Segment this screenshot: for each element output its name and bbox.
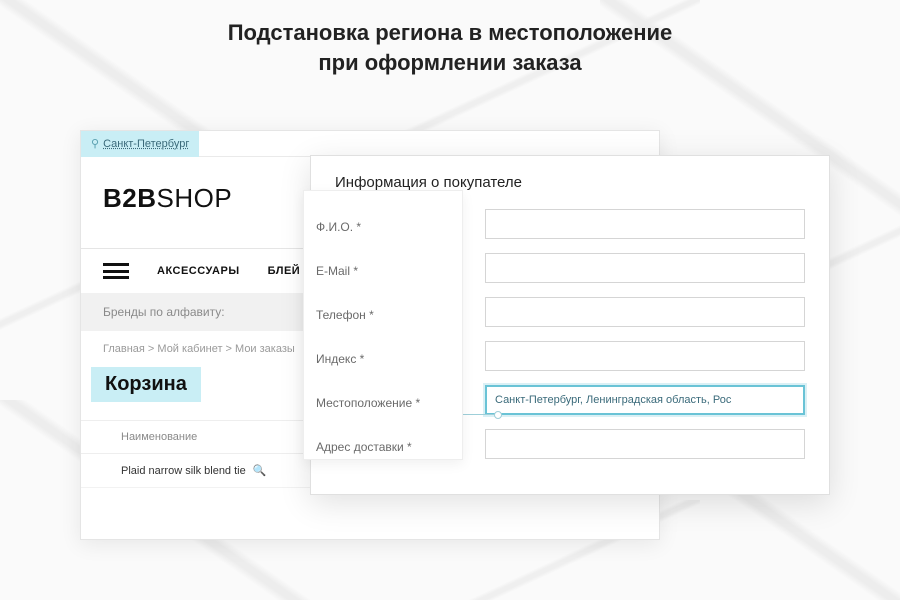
- screenshot-stage: ⚲ Санкт-Петербург B2BSHOP АКСЕССУАРЫ БЛЕ…: [80, 130, 820, 560]
- shop-topbar: ⚲ Санкт-Петербург: [81, 131, 659, 157]
- label-address: Адрес доставки *: [335, 437, 485, 451]
- nav-item-blazers[interactable]: БЛЕЙ: [268, 265, 301, 277]
- product-name: Plaid narrow silk blend tie: [121, 465, 246, 477]
- input-email[interactable]: [485, 253, 805, 283]
- field-row-location: Местоположение *: [335, 385, 805, 415]
- field-row-fullname: Ф.И.О. *: [335, 209, 805, 239]
- field-row-address: Адрес доставки *: [335, 429, 805, 459]
- logo-light: SHOP: [157, 183, 233, 213]
- region-name: Санкт-Петербург: [103, 138, 189, 150]
- hamburger-icon[interactable]: [103, 263, 129, 279]
- label-email: E-Mail *: [335, 261, 485, 275]
- input-zip[interactable]: [485, 341, 805, 371]
- region-selector[interactable]: ⚲ Санкт-Петербург: [81, 131, 199, 157]
- magnifier-icon[interactable]: 🔍: [253, 465, 267, 477]
- breadcrumb-text: Главная > Мой кабинет > Мои заказы: [103, 343, 295, 355]
- input-phone[interactable]: [485, 297, 805, 327]
- label-location: Местоположение *: [335, 393, 485, 407]
- input-address[interactable]: [485, 429, 805, 459]
- field-row-email: E-Mail *: [335, 253, 805, 283]
- label-phone: Телефон *: [335, 305, 485, 319]
- logo-bold: B2B: [103, 183, 157, 213]
- connector-line: [461, 414, 496, 415]
- col-name: Наименование: [121, 431, 197, 443]
- label-zip: Индекс *: [335, 349, 485, 363]
- nav-item-accessories[interactable]: АКСЕССУАРЫ: [157, 265, 240, 277]
- page-headline: Подстановка региона в местоположение при…: [0, 18, 900, 77]
- label-fullname: Ф.И.О. *: [335, 217, 485, 231]
- field-row-zip: Индекс *: [335, 341, 805, 371]
- brands-label: Бренды по алфавиту:: [103, 305, 225, 319]
- form-title: Информация о покупателе: [335, 174, 805, 191]
- cart-title: Корзина: [91, 367, 201, 402]
- headline-line1: Подстановка региона в местоположение: [228, 20, 673, 45]
- headline-line2: при оформлении заказа: [318, 50, 581, 75]
- field-row-phone: Телефон *: [335, 297, 805, 327]
- shop-logo: B2BSHOP: [103, 183, 232, 213]
- input-fullname[interactable]: [485, 209, 805, 239]
- location-pin-icon: ⚲: [91, 137, 99, 150]
- buyer-form-window: Информация о покупателе Ф.И.О. * E-Mail …: [310, 155, 830, 495]
- cart-title-text: Корзина: [105, 373, 187, 395]
- input-location[interactable]: [485, 385, 805, 415]
